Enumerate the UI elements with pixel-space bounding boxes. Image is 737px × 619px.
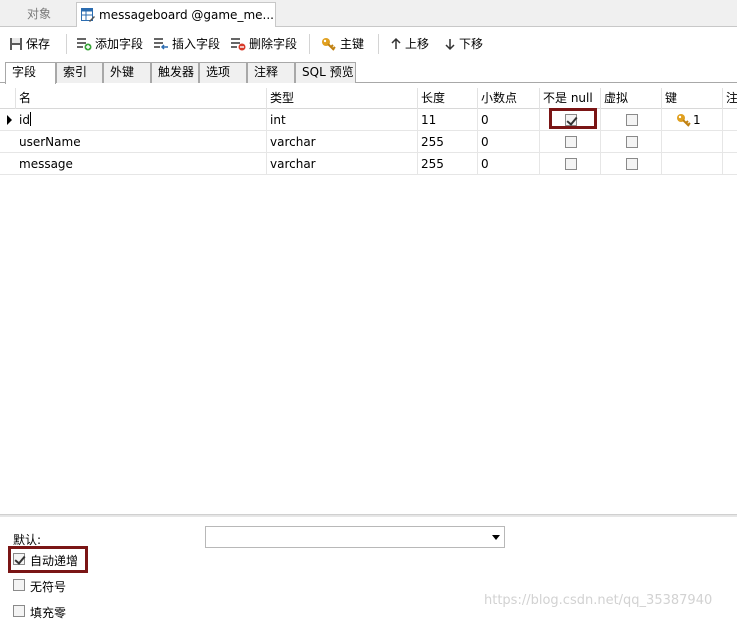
field-name-cell[interactable]: userName (16, 131, 267, 153)
watermark: https://blog.csdn.net/qq_35387940 (484, 593, 713, 608)
field-name: id (19, 113, 30, 127)
panel-splitter[interactable] (0, 514, 737, 517)
virtual-checkbox[interactable] (626, 158, 638, 170)
key-order: 1 (693, 113, 701, 127)
field-decimals-cell[interactable]: 0 (478, 109, 540, 131)
toolbar-separator (378, 34, 379, 54)
auto-increment-checkbox[interactable] (13, 553, 25, 565)
key-icon (677, 114, 691, 127)
tab-options[interactable]: 选项 (199, 62, 247, 83)
move-down-label: 下移 (459, 37, 484, 51)
toolbar-separator (309, 34, 310, 54)
move-up-button[interactable]: 上移 (390, 35, 429, 53)
field-virtual-cell (601, 131, 662, 153)
tab-fields[interactable]: 字段 (5, 62, 56, 84)
column-header-decimals[interactable]: 小数点 (478, 88, 540, 109)
tab-indexes[interactable]: 索引 (56, 62, 103, 83)
field-type-cell[interactable]: varchar (267, 131, 418, 153)
arrow-up-icon (391, 37, 401, 49)
design-tab-bar: 字段 索引 外键 触发器 选项 注释 SQL 预览 (0, 60, 737, 84)
zerofill-checkbox[interactable] (13, 605, 25, 617)
field-type-cell[interactable]: varchar (267, 153, 418, 175)
tab-comments[interactable]: 注释 (247, 62, 295, 83)
virtual-checkbox[interactable] (626, 136, 638, 148)
zerofill-label: 填充零 (30, 606, 67, 619)
virtual-checkbox[interactable] (626, 114, 638, 126)
column-header-key[interactable]: 键 (662, 88, 723, 109)
column-header-type[interactable]: 类型 (267, 88, 418, 109)
field-not-null-cell (540, 131, 601, 153)
text-cursor (29, 112, 31, 126)
add-field-label: 添加字段 (95, 37, 144, 51)
key-icon (322, 38, 336, 51)
fields-grid: 名 类型 长度 小数点 不是 null 虚拟 键 注 id int 11 0 1… (0, 88, 737, 514)
table-row[interactable]: message varchar 255 0 (0, 153, 737, 175)
chevron-down-icon (492, 535, 500, 540)
field-key-cell[interactable] (662, 131, 723, 153)
toolbar-separator (66, 34, 67, 54)
column-header-length[interactable]: 长度 (418, 88, 478, 109)
field-comment-cell[interactable] (723, 131, 737, 153)
not-null-highlight-box (549, 108, 597, 129)
column-header-not-null[interactable]: 不是 null (540, 88, 601, 109)
primary-key-label: 主键 (340, 37, 365, 51)
unsigned-label: 无符号 (30, 580, 67, 594)
field-type-cell[interactable]: int (267, 109, 418, 131)
field-virtual-cell (601, 109, 662, 131)
field-virtual-cell (601, 153, 662, 175)
table-row[interactable]: id int 11 0 1 (0, 109, 737, 131)
delete-field-button[interactable]: 删除字段 (230, 35, 297, 53)
tab-objects[interactable]: 对象 (4, 2, 74, 27)
field-decimals-cell[interactable]: 0 (478, 153, 540, 175)
window-tab-bar: 对象 messageboard @game_me... (0, 0, 737, 27)
column-header-comment[interactable]: 注 (723, 88, 737, 109)
field-key-cell[interactable] (662, 153, 723, 175)
field-comment-cell[interactable] (723, 109, 737, 131)
grid-header: 名 类型 长度 小数点 不是 null 虚拟 键 注 (0, 88, 737, 109)
delete-field-icon (231, 38, 246, 51)
save-label: 保存 (26, 37, 51, 51)
field-length-cell[interactable]: 11 (418, 109, 478, 131)
save-button[interactable]: 保存 (9, 35, 50, 53)
field-name-cell[interactable]: id (16, 109, 267, 131)
save-icon (10, 38, 22, 50)
column-header-name[interactable]: 名 (16, 88, 267, 109)
field-length-cell[interactable]: 255 (418, 153, 478, 175)
arrow-down-icon (445, 39, 455, 51)
tab-triggers[interactable]: 触发器 (151, 62, 199, 83)
field-not-null-cell (540, 153, 601, 175)
insert-field-label: 插入字段 (172, 37, 221, 51)
table-row[interactable]: userName varchar 255 0 (0, 131, 737, 153)
delete-field-label: 删除字段 (249, 37, 298, 51)
not-null-checkbox[interactable] (565, 158, 577, 170)
not-null-checkbox[interactable] (565, 136, 577, 148)
unsigned-checkbox[interactable] (13, 579, 25, 591)
field-decimals-cell[interactable]: 0 (478, 131, 540, 153)
insert-field-button[interactable]: 插入字段 (153, 35, 220, 53)
field-comment-cell[interactable] (723, 153, 737, 175)
tab-sql-preview[interactable]: SQL 预览 (295, 62, 356, 83)
move-up-label: 上移 (405, 37, 430, 51)
field-length-cell[interactable]: 255 (418, 131, 478, 153)
field-name-cell[interactable]: message (16, 153, 267, 175)
field-key-cell[interactable]: 1 (662, 109, 723, 131)
auto-increment-label: 自动递增 (30, 554, 79, 568)
add-field-button[interactable]: 添加字段 (76, 35, 143, 53)
insert-field-icon (154, 38, 168, 50)
column-header-virtual[interactable]: 虚拟 (601, 88, 662, 109)
toolbar: 保存 添加字段 插入字段 删除字段 主键 上移 下移 (0, 28, 737, 60)
default-value-select[interactable] (205, 526, 505, 548)
row-marker-header (0, 88, 16, 109)
tab-foreign-keys[interactable]: 外键 (103, 62, 151, 83)
tab-messageboard-label: messageboard @game_me... (99, 8, 274, 22)
primary-key-button[interactable]: 主键 (321, 35, 364, 53)
table-design-icon (81, 8, 95, 22)
move-down-button[interactable]: 下移 (444, 35, 483, 53)
tab-messageboard[interactable]: messageboard @game_me... (76, 2, 276, 27)
current-row-indicator (0, 109, 14, 131)
add-field-icon (77, 38, 92, 51)
